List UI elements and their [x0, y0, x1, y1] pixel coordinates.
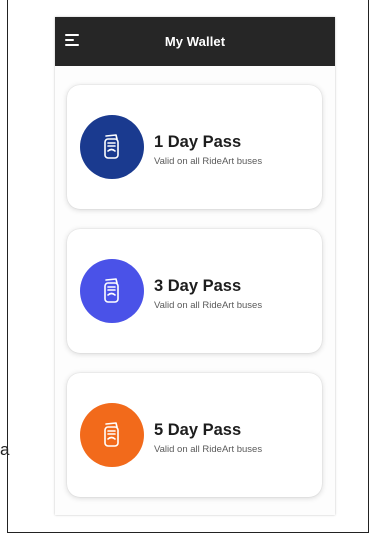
- pass-name: 3 Day Pass: [154, 277, 242, 295]
- pass-description: Valid on all RideArt buses: [154, 156, 263, 167]
- pass-name: 5 Day Pass: [154, 421, 242, 439]
- ticket-pass-icon: [80, 115, 144, 179]
- edge-letter: a: [0, 440, 10, 459]
- pass-card-1-day[interactable]: 1 Day Pass Valid on all RideArt buses: [67, 85, 322, 209]
- pass-card-3-day[interactable]: 3 Day Pass Valid on all RideArt buses: [67, 229, 322, 353]
- ticket-pass-icon: [80, 259, 144, 323]
- pass-description: Valid on all RideArt buses: [154, 300, 263, 311]
- pass-description: Valid on all RideArt buses: [154, 444, 263, 455]
- page-title: My Wallet: [164, 34, 226, 49]
- pass-card-5-day[interactable]: 5 Day Pass Valid on all RideArt buses: [67, 373, 322, 497]
- hamburger-menu-icon[interactable]: [65, 34, 81, 48]
- phone-screen: My Wallet 1 Day Pass Valid on all RideAr…: [55, 17, 335, 515]
- app-bar: My Wallet: [55, 17, 335, 66]
- ticket-pass-icon: [80, 403, 144, 467]
- pass-name: 1 Day Pass: [154, 133, 242, 151]
